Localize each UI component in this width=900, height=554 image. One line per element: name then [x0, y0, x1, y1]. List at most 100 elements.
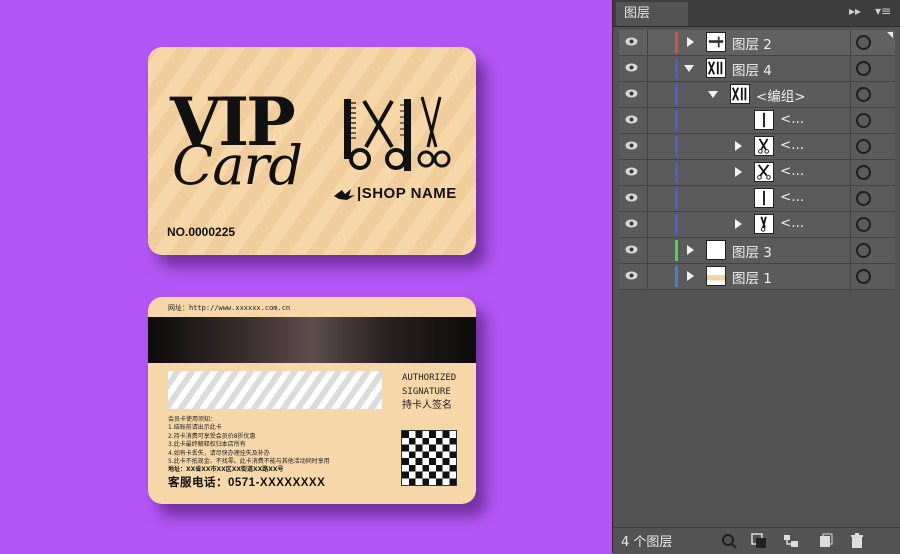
shop-name: |SHOP NAME [357, 185, 457, 202]
layer-thumbnail [754, 162, 774, 182]
target-divider [850, 30, 851, 55]
layer-name[interactable]: 图层 2 [732, 33, 772, 53]
lock-toggle[interactable] [648, 82, 674, 107]
layer-name[interactable]: <... [780, 163, 804, 179]
visibility-eye-icon[interactable] [625, 89, 638, 98]
panel-footer: 4 个图层 [613, 527, 900, 554]
layer-name[interactable]: 图层 1 [732, 267, 772, 287]
target-circle-icon[interactable] [856, 35, 871, 50]
layer-row[interactable]: 图层 1 [619, 264, 895, 290]
authorized-line1: AUTHORIZED [402, 373, 457, 383]
target-circle-icon[interactable] [856, 61, 871, 76]
layer-thumbnail [754, 110, 774, 130]
layer-name[interactable]: 图层 3 [732, 241, 772, 261]
expand-arrow-icon[interactable] [735, 141, 742, 151]
layer-thumbnail [706, 240, 726, 260]
rule-item: 2.持卡消费可享受会员价8折优惠 [168, 432, 256, 440]
visibility-eye-icon[interactable] [625, 219, 638, 228]
visibility-eye-icon[interactable] [625, 115, 638, 124]
target-divider [850, 82, 851, 107]
new-layer-icon[interactable] [817, 533, 833, 549]
authorized-signature: AUTHORIZED SIGNATURE 持卡人签名 [402, 371, 456, 413]
layer-row[interactable]: <... [619, 186, 895, 212]
target-circle-icon[interactable] [856, 269, 871, 284]
visibility-eye-icon[interactable] [625, 271, 638, 280]
holder-signature-label: 持卡人签名 [402, 400, 452, 411]
panel-menu-icon[interactable]: ▾≡ [875, 4, 891, 18]
layer-row[interactable]: <... [619, 160, 895, 186]
vip-card-back[interactable]: 网址：http://www.xxxxxx.com.cn AUTHORIZED S… [148, 297, 476, 504]
layer-name[interactable]: <... [780, 111, 804, 127]
layer-row[interactable]: 图层 2 [619, 30, 895, 56]
expand-arrow-icon[interactable] [687, 271, 694, 281]
visibility-eye-icon[interactable] [625, 63, 638, 72]
magnetic-stripe [148, 317, 476, 363]
authorized-line2: SIGNATURE [402, 387, 451, 397]
lock-toggle[interactable] [648, 30, 674, 55]
layer-row[interactable]: 图层 3 [619, 238, 895, 264]
layer-color-bar [675, 214, 678, 235]
trash-icon[interactable] [849, 533, 865, 549]
layer-name[interactable]: <编组> [756, 85, 806, 105]
target-circle-icon[interactable] [856, 217, 871, 232]
lock-toggle[interactable] [648, 238, 674, 263]
layer-row[interactable]: <... [619, 212, 895, 238]
visibility-eye-icon[interactable] [625, 37, 638, 46]
lock-toggle[interactable] [648, 108, 674, 133]
layer-row[interactable]: <... [619, 134, 895, 160]
make-clipping-mask-icon[interactable] [751, 533, 767, 549]
layer-count: 4 个图层 [621, 535, 673, 550]
collapse-arrow-icon[interactable] [708, 91, 718, 98]
collapse-panel-icon[interactable]: ▸▸ [849, 4, 861, 18]
lock-toggle[interactable] [648, 160, 674, 185]
layer-name[interactable]: <... [780, 215, 804, 231]
layer-color-bar [675, 266, 678, 287]
target-circle-icon[interactable] [856, 113, 871, 128]
layers-list[interactable]: 图层 2 图层 4 <编组> <... <... <... <... <... 图层 3 图层 1 [619, 30, 895, 526]
tab-layers[interactable]: 图层 [616, 2, 688, 26]
lock-toggle[interactable] [648, 186, 674, 211]
layer-row[interactable]: <编组> [619, 82, 895, 108]
target-divider [850, 160, 851, 185]
layer-row[interactable]: <... [619, 108, 895, 134]
layer-name[interactable]: <... [780, 189, 804, 205]
target-divider [850, 212, 851, 237]
visibility-eye-icon[interactable] [625, 141, 638, 150]
service-phone: 客服电话：0571-XXXXXXXX [168, 477, 326, 489]
target-divider [850, 186, 851, 211]
layer-color-bar [675, 58, 678, 79]
layer-thumbnail [706, 266, 726, 286]
target-divider [850, 134, 851, 159]
lock-toggle[interactable] [648, 264, 674, 289]
new-sublayer-icon[interactable] [783, 533, 799, 549]
visibility-eye-icon[interactable] [625, 193, 638, 202]
vip-card-front[interactable]: VIP Card |SHOP NAME NO.0000225 [148, 47, 476, 255]
artboard-canvas[interactable]: VIP Card |SHOP NAME NO.0000225 网址：http:/… [0, 0, 612, 553]
expand-arrow-icon[interactable] [687, 245, 694, 255]
visibility-eye-icon[interactable] [625, 245, 638, 254]
layer-name[interactable]: 图层 4 [732, 59, 772, 79]
target-circle-icon[interactable] [856, 139, 871, 154]
layer-color-bar [675, 162, 678, 183]
lock-toggle[interactable] [648, 212, 674, 237]
layer-thumbnail [706, 58, 726, 78]
expand-arrow-icon[interactable] [735, 167, 742, 177]
layer-name[interactable]: <... [780, 137, 804, 153]
target-circle-icon[interactable] [856, 243, 871, 258]
collapse-arrow-icon[interactable] [684, 65, 694, 72]
expand-arrow-icon[interactable] [687, 37, 694, 47]
layer-color-bar [675, 32, 678, 53]
expand-arrow-icon[interactable] [735, 219, 742, 229]
target-circle-icon[interactable] [856, 191, 871, 206]
lock-toggle[interactable] [648, 56, 674, 81]
website-text: 网址：http://www.xxxxxx.com.cn [168, 304, 291, 312]
layer-color-bar [675, 84, 678, 105]
locate-object-icon[interactable] [721, 533, 737, 549]
target-circle-icon[interactable] [856, 165, 871, 180]
signature-strip [168, 371, 382, 409]
target-divider [850, 108, 851, 133]
layer-row[interactable]: 图层 4 [619, 56, 895, 82]
lock-toggle[interactable] [648, 134, 674, 159]
target-circle-icon[interactable] [856, 87, 871, 102]
visibility-eye-icon[interactable] [625, 167, 638, 176]
